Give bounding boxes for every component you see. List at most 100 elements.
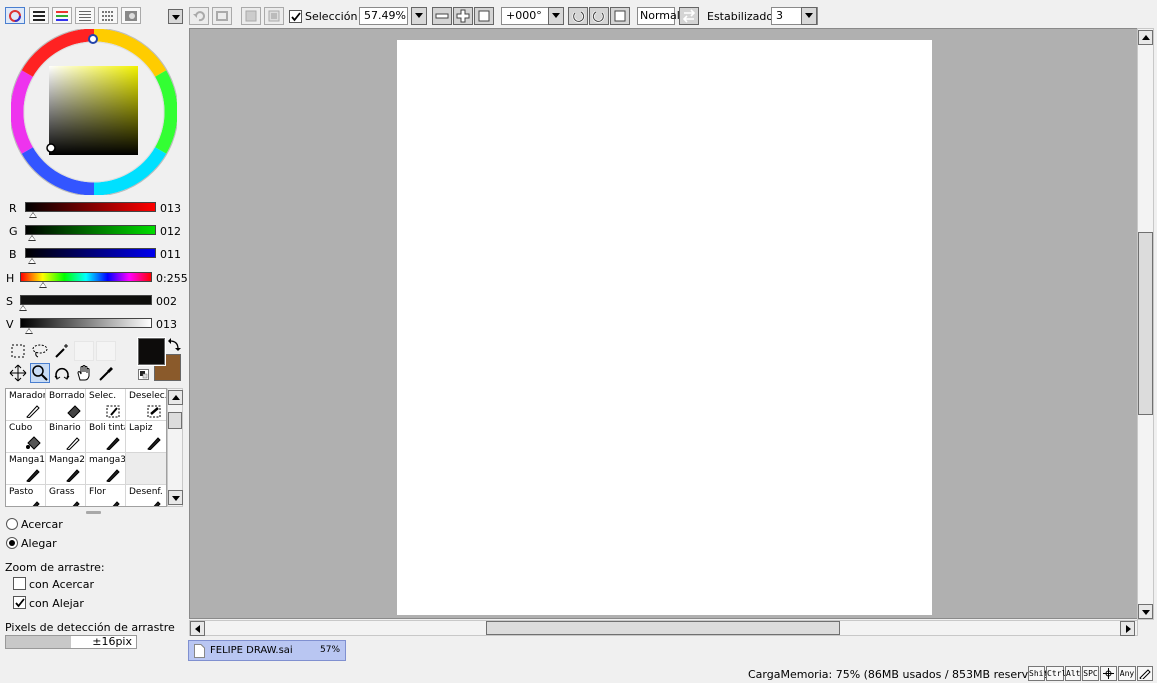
canvas-scroll-down-button[interactable] bbox=[1138, 604, 1153, 619]
brush-cell[interactable]: Manga2 bbox=[46, 453, 86, 485]
chevron-down-icon bbox=[415, 13, 423, 18]
brush-cell[interactable]: Deselec. bbox=[126, 389, 166, 421]
move-icon bbox=[1103, 668, 1114, 679]
deselect-button[interactable] bbox=[241, 7, 261, 25]
rect-select-tool[interactable] bbox=[8, 341, 28, 361]
rotate-tool[interactable] bbox=[52, 363, 72, 383]
drag-pixels-slider[interactable]: ±16pix bbox=[5, 635, 137, 649]
color-wheel[interactable] bbox=[11, 29, 177, 195]
move-tool[interactable] bbox=[8, 363, 28, 383]
hue-marker[interactable] bbox=[88, 34, 98, 44]
zoom-dropdown[interactable] bbox=[411, 7, 427, 25]
brush-cell[interactable]: Manga1 bbox=[6, 453, 46, 485]
brush-cell[interactable]: Cubo bbox=[6, 421, 46, 453]
redo-button[interactable] bbox=[212, 7, 232, 25]
brush-cell[interactable]: Marador bbox=[6, 389, 46, 421]
rotation-reset-button[interactable] bbox=[610, 7, 630, 25]
reset-colors-icon[interactable] bbox=[138, 369, 149, 380]
slider-label-g: G bbox=[9, 225, 18, 238]
v-slider[interactable] bbox=[20, 318, 152, 328]
canvas-scroll-up-button[interactable] bbox=[1138, 30, 1153, 45]
move-key-indicator bbox=[1100, 666, 1117, 681]
brush-cell[interactable]: Boli tinta bbox=[86, 421, 126, 453]
document-tab[interactable]: FELIPE DRAW.sai 57% bbox=[188, 640, 346, 661]
magic-wand-tool[interactable] bbox=[52, 341, 72, 361]
brush-cell[interactable]: Selec. bbox=[86, 389, 126, 421]
drag-pixels-label: Pixels de detección de arrastre bbox=[5, 621, 175, 634]
brush-label: Borrador bbox=[49, 391, 86, 401]
invert-selection-button[interactable] bbox=[264, 7, 284, 25]
alegar-radio[interactable] bbox=[6, 537, 18, 549]
s-slider[interactable] bbox=[20, 295, 152, 305]
canvas-area[interactable] bbox=[189, 28, 1138, 619]
h-slider[interactable] bbox=[20, 272, 152, 282]
slider-label-h: H bbox=[6, 272, 15, 285]
brush-scroll-down-button[interactable] bbox=[168, 490, 183, 505]
canvas-vertical-thumb[interactable] bbox=[1138, 232, 1153, 415]
lasso-tool[interactable] bbox=[30, 341, 50, 361]
color-wheel-mode-button[interactable] bbox=[5, 7, 25, 24]
brush-cell[interactable]: Borrador bbox=[46, 389, 86, 421]
memory-status: CargaMemoria: 75% (86MB usados / 853MB r… bbox=[748, 668, 1059, 681]
chevron-down-icon bbox=[552, 13, 560, 18]
foreground-color-swatch[interactable] bbox=[137, 337, 166, 366]
zoom-tool[interactable] bbox=[30, 363, 50, 383]
magnifier-icon bbox=[32, 365, 48, 381]
brush-label: Boli tinta bbox=[89, 423, 126, 433]
stabilizer-dropdown[interactable] bbox=[801, 7, 817, 25]
brush-cell[interactable]: manga3 bbox=[86, 453, 126, 485]
canvas-scroll-right-button[interactable] bbox=[1120, 621, 1135, 636]
hand-tool[interactable] bbox=[74, 363, 94, 383]
zoom-reset-button[interactable] bbox=[474, 7, 494, 25]
eyedropper-tool[interactable] bbox=[96, 363, 116, 383]
acercar-radio[interactable] bbox=[6, 518, 18, 530]
hsv-sliders-mode-button[interactable] bbox=[52, 7, 72, 24]
empty-brush-cell[interactable] bbox=[126, 453, 166, 485]
r-slider-thumb[interactable] bbox=[29, 212, 37, 218]
zoom-out-button[interactable] bbox=[432, 7, 452, 25]
undo-button[interactable] bbox=[189, 7, 209, 25]
con-alejar-checkbox[interactable] bbox=[13, 596, 26, 609]
brush-cell[interactable]: Lapiz bbox=[126, 421, 166, 453]
hsv-sliders-icon bbox=[56, 11, 68, 21]
con-acercar-checkbox[interactable] bbox=[13, 577, 26, 590]
brush-cell[interactable]: Pasto bbox=[6, 485, 46, 506]
h-slider-thumb[interactable] bbox=[39, 282, 47, 288]
selection-checkbox[interactable] bbox=[289, 10, 302, 23]
blend-mode-field[interactable]: Normal bbox=[637, 7, 680, 25]
s-slider-thumb[interactable] bbox=[19, 305, 27, 311]
canvas-scroll-left-button[interactable] bbox=[190, 621, 205, 636]
flip-horizontal-button[interactable] bbox=[679, 7, 699, 25]
rgb-sliders-mode-button[interactable] bbox=[29, 7, 49, 24]
g-slider[interactable] bbox=[25, 225, 156, 235]
rotation-dropdown[interactable] bbox=[548, 7, 564, 25]
brush-cell[interactable]: Desenf. bbox=[126, 485, 166, 506]
brush-scroll-thumb[interactable] bbox=[168, 412, 182, 429]
zoom-in-button[interactable] bbox=[453, 7, 473, 25]
color-wheel-icon bbox=[9, 10, 21, 22]
rotate-left-button[interactable] bbox=[568, 7, 588, 25]
brush-cell[interactable]: Flor bbox=[86, 485, 126, 506]
invert-selection-icon bbox=[268, 10, 280, 22]
g-slider-thumb[interactable] bbox=[28, 235, 36, 241]
swatches-mode-button[interactable] bbox=[75, 7, 95, 24]
panel-menu-dropdown[interactable] bbox=[168, 9, 183, 24]
scratchpad-mode-button[interactable] bbox=[121, 7, 141, 24]
b-slider-thumb[interactable] bbox=[28, 258, 36, 264]
alegar-label: Alegar bbox=[21, 537, 57, 550]
panel-resize-grip[interactable] bbox=[86, 511, 101, 514]
brush-scroll-up-button[interactable] bbox=[168, 390, 183, 405]
drawing-canvas[interactable] bbox=[397, 40, 932, 615]
brush-cell[interactable]: Grass bbox=[46, 485, 86, 506]
sv-marker[interactable] bbox=[46, 143, 56, 153]
zoom-field[interactable]: 57.49% bbox=[359, 7, 408, 25]
r-slider[interactable] bbox=[25, 202, 156, 212]
canvas-horizontal-thumb[interactable] bbox=[486, 621, 840, 635]
pencil-icon bbox=[147, 437, 161, 450]
swap-colors-icon[interactable] bbox=[167, 338, 181, 352]
brush-cell[interactable]: Binario bbox=[46, 421, 86, 453]
rotate-right-button[interactable] bbox=[589, 7, 609, 25]
v-slider-thumb[interactable] bbox=[25, 328, 33, 334]
b-slider[interactable] bbox=[25, 248, 156, 258]
palette-mode-button[interactable] bbox=[98, 7, 118, 24]
